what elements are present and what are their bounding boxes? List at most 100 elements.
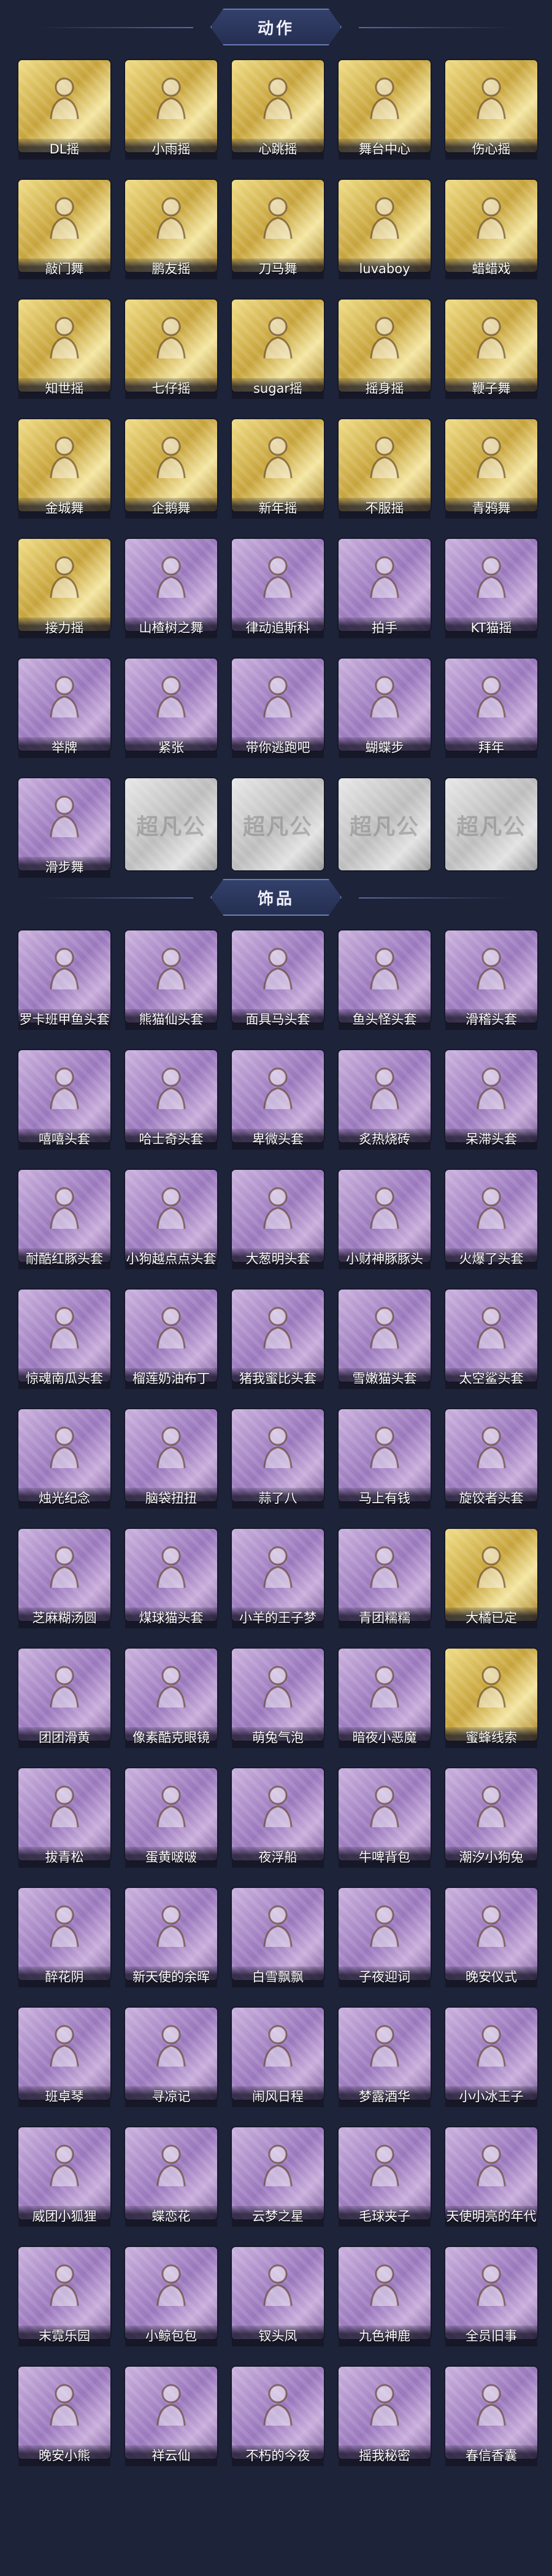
- item-card[interactable]: 哈士奇头套: [125, 1050, 217, 1150]
- item-card[interactable]: 末霓乐园: [18, 2247, 110, 2346]
- item-card[interactable]: 七仔摇: [125, 300, 217, 399]
- item-card[interactable]: 伤心摇: [445, 60, 537, 160]
- item-card[interactable]: 知世摇: [18, 300, 110, 399]
- locked-item-card[interactable]: 超凡公: [125, 778, 217, 870]
- item-card[interactable]: 钗头凤: [232, 2247, 324, 2346]
- item-card[interactable]: 小小冰王子: [445, 2008, 537, 2107]
- item-card[interactable]: KT猫摇: [445, 539, 537, 638]
- item-card[interactable]: 小狗越点点头套: [125, 1170, 217, 1269]
- item-card[interactable]: 脑袋扭扭: [125, 1409, 217, 1509]
- item-card[interactable]: sugar摇: [232, 300, 324, 399]
- item-card[interactable]: 暗夜小恶魔: [339, 1649, 431, 1748]
- item-card[interactable]: 大橘已定: [445, 1529, 537, 1628]
- item-card[interactable]: 旋饺者头套: [445, 1409, 537, 1509]
- item-card[interactable]: 新天使的余晖: [125, 1888, 217, 1987]
- item-card[interactable]: 芝麻糊汤圆: [18, 1529, 110, 1628]
- item-card[interactable]: 敲门舞: [18, 180, 110, 279]
- item-card[interactable]: 卑微头套: [232, 1050, 324, 1150]
- item-card[interactable]: 小财神豚豚头: [339, 1170, 431, 1269]
- item-card[interactable]: 蜜蜂线索: [445, 1649, 537, 1748]
- item-card[interactable]: 带你逃跑吧: [232, 659, 324, 758]
- item-card[interactable]: 毛球夹子: [339, 2127, 431, 2227]
- item-card[interactable]: 蜡蜡戏: [445, 180, 537, 279]
- item-card[interactable]: 熊猫仙头套: [125, 930, 217, 1030]
- item-card[interactable]: 大葱明头套: [232, 1170, 324, 1269]
- locked-item-card[interactable]: 超凡公: [445, 778, 537, 870]
- item-card[interactable]: 雪嫩猫头套: [339, 1290, 431, 1389]
- item-card[interactable]: 子夜迎词: [339, 1888, 431, 1987]
- item-card[interactable]: 青团糯糯: [339, 1529, 431, 1628]
- item-card[interactable]: 闹风日程: [232, 2008, 324, 2107]
- item-card[interactable]: 惊魂南瓜头套: [18, 1290, 110, 1389]
- item-card[interactable]: 祥云仙: [125, 2367, 217, 2466]
- item-card[interactable]: 九色神鹿: [339, 2247, 431, 2346]
- item-card[interactable]: 蒜了八: [232, 1409, 324, 1509]
- item-card[interactable]: 金城舞: [18, 419, 110, 519]
- item-card[interactable]: 企鹅舞: [125, 419, 217, 519]
- item-card[interactable]: 小鲸包包: [125, 2247, 217, 2346]
- item-card[interactable]: 榴莲奶油布丁: [125, 1290, 217, 1389]
- item-card[interactable]: 潮汐小狗兔: [445, 1768, 537, 1868]
- item-card[interactable]: 不朽的今夜: [232, 2367, 324, 2466]
- item-card[interactable]: 马上有钱: [339, 1409, 431, 1509]
- item-card[interactable]: 拜年: [445, 659, 537, 758]
- item-card[interactable]: 班卓琴: [18, 2008, 110, 2107]
- item-card[interactable]: 滑稽头套: [445, 930, 537, 1030]
- item-card[interactable]: 心跳摇: [232, 60, 324, 160]
- item-card[interactable]: 萌兔气泡: [232, 1649, 324, 1748]
- item-card[interactable]: 鹏友摇: [125, 180, 217, 279]
- item-card[interactable]: 像素酷克眼镜: [125, 1649, 217, 1748]
- item-card[interactable]: 团团滑黄: [18, 1649, 110, 1748]
- item-card[interactable]: 律动追斯科: [232, 539, 324, 638]
- locked-item-card[interactable]: 超凡公: [339, 778, 431, 870]
- item-card[interactable]: 摇身摇: [339, 300, 431, 399]
- item-card[interactable]: 威团小狐狸: [18, 2127, 110, 2227]
- item-card[interactable]: 山楂树之舞: [125, 539, 217, 638]
- item-card[interactable]: 醉花阴: [18, 1888, 110, 1987]
- item-card[interactable]: 蛋黄啵啵: [125, 1768, 217, 1868]
- item-card[interactable]: 夜浮船: [232, 1768, 324, 1868]
- item-card[interactable]: 嘻嘻头套: [18, 1050, 110, 1150]
- item-card[interactable]: 面具马头套: [232, 930, 324, 1030]
- item-card[interactable]: 煤球猫头套: [125, 1529, 217, 1628]
- item-card[interactable]: 春信香囊: [445, 2367, 537, 2466]
- item-card[interactable]: DL摇: [18, 60, 110, 160]
- item-card[interactable]: 刀马舞: [232, 180, 324, 279]
- item-card[interactable]: 寻凉记: [125, 2008, 217, 2107]
- item-card[interactable]: 烛光纪念: [18, 1409, 110, 1509]
- item-card[interactable]: 舞台中心: [339, 60, 431, 160]
- item-card[interactable]: 晚安小熊: [18, 2367, 110, 2466]
- item-card[interactable]: 晚安仪式: [445, 1888, 537, 1987]
- item-card[interactable]: 小雨摇: [125, 60, 217, 160]
- item-card[interactable]: 呆滞头套: [445, 1050, 537, 1150]
- item-card[interactable]: 罗卡班甲鱼头套: [18, 930, 110, 1030]
- item-card[interactable]: 耐酷红豚头套: [18, 1170, 110, 1269]
- item-card[interactable]: 拔青松: [18, 1768, 110, 1868]
- item-card[interactable]: 猪我蜜比头套: [232, 1290, 324, 1389]
- item-card[interactable]: 梦露酒华: [339, 2008, 431, 2107]
- item-card[interactable]: 鱼头怪头套: [339, 930, 431, 1030]
- locked-item-card[interactable]: 超凡公: [232, 778, 324, 870]
- item-card[interactable]: 天使明亮的年代: [445, 2127, 537, 2227]
- item-card[interactable]: 不服摇: [339, 419, 431, 519]
- item-card[interactable]: 蝴蝶步: [339, 659, 431, 758]
- item-card[interactable]: 白雪飘飘: [232, 1888, 324, 1987]
- item-card[interactable]: 全员旧事: [445, 2247, 537, 2346]
- item-card[interactable]: 蝶恋花: [125, 2127, 217, 2227]
- item-card[interactable]: 摇我秘密: [339, 2367, 431, 2466]
- item-card[interactable]: 青鸦舞: [445, 419, 537, 519]
- item-card[interactable]: 新年摇: [232, 419, 324, 519]
- item-card[interactable]: 拍手: [339, 539, 431, 638]
- item-card[interactable]: luvaboy: [339, 180, 431, 279]
- item-card[interactable]: 云梦之星: [232, 2127, 324, 2227]
- item-card[interactable]: 滑步舞: [18, 778, 110, 878]
- item-card[interactable]: 太空鲨头套: [445, 1290, 537, 1389]
- item-card[interactable]: 举牌: [18, 659, 110, 758]
- item-card[interactable]: 炙热烧砖: [339, 1050, 431, 1150]
- item-card[interactable]: 接力摇: [18, 539, 110, 638]
- item-card[interactable]: 牛啤背包: [339, 1768, 431, 1868]
- item-card[interactable]: 鞭子舞: [445, 300, 537, 399]
- item-card[interactable]: 小羊的王子梦: [232, 1529, 324, 1628]
- item-card[interactable]: 紧张: [125, 659, 217, 758]
- item-card[interactable]: 火爆了头套: [445, 1170, 537, 1269]
